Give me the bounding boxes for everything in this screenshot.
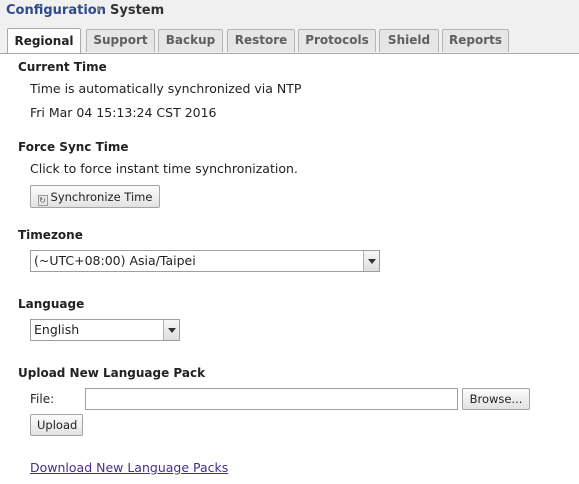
force-sync-heading: Force Sync Time [18, 140, 129, 154]
ntp-status-text: Time is automatically synchronized via N… [30, 81, 302, 96]
language-selected-value: English [34, 322, 80, 337]
current-time-heading: Current Time [18, 60, 107, 74]
upload-button[interactable]: Upload [30, 414, 83, 436]
tab-regional[interactable]: Regional [7, 28, 81, 53]
timezone-heading: Timezone [18, 228, 83, 242]
current-datetime: Fri Mar 04 15:13:24 CST 2016 [30, 105, 217, 120]
tab-shield[interactable]: Shield [379, 29, 439, 52]
synchronize-time-label: Synchronize Time [50, 189, 153, 204]
tab-protocols[interactable]: Protocols [298, 29, 376, 52]
tab-bar: Regional Support Backup Restore Protocol… [0, 24, 579, 54]
chevron-down-icon [163, 320, 179, 340]
language-select[interactable]: English [30, 319, 180, 341]
breadcrumb-separator-icon: ▸ [97, 2, 103, 15]
download-language-packs-link[interactable]: Download New Language Packs [30, 460, 228, 475]
tab-restore[interactable]: Restore [227, 29, 295, 52]
breadcrumb: Configuration ▸ System [0, 0, 579, 25]
timezone-selected-value: (~UTC+08:00) Asia/Taipei [34, 253, 196, 268]
breadcrumb-configuration[interactable]: Configuration [6, 3, 106, 18]
upload-language-pack-heading: Upload New Language Pack [18, 366, 206, 380]
force-sync-description: Click to force instant time synchronizat… [30, 161, 298, 176]
language-heading: Language [18, 297, 85, 311]
sync-icon: ↻ [37, 194, 48, 206]
file-path-input[interactable] [85, 388, 458, 410]
file-label: File: [30, 392, 55, 406]
chevron-down-icon [363, 251, 379, 271]
browse-button[interactable]: Browse... [462, 388, 530, 410]
timezone-select[interactable]: (~UTC+08:00) Asia/Taipei [30, 250, 380, 272]
tab-reports[interactable]: Reports [442, 29, 509, 52]
synchronize-time-button[interactable]: ↻ Synchronize Time [30, 185, 160, 208]
tab-support[interactable]: Support [86, 29, 155, 52]
breadcrumb-system: System [110, 3, 165, 18]
tab-backup[interactable]: Backup [158, 29, 223, 52]
